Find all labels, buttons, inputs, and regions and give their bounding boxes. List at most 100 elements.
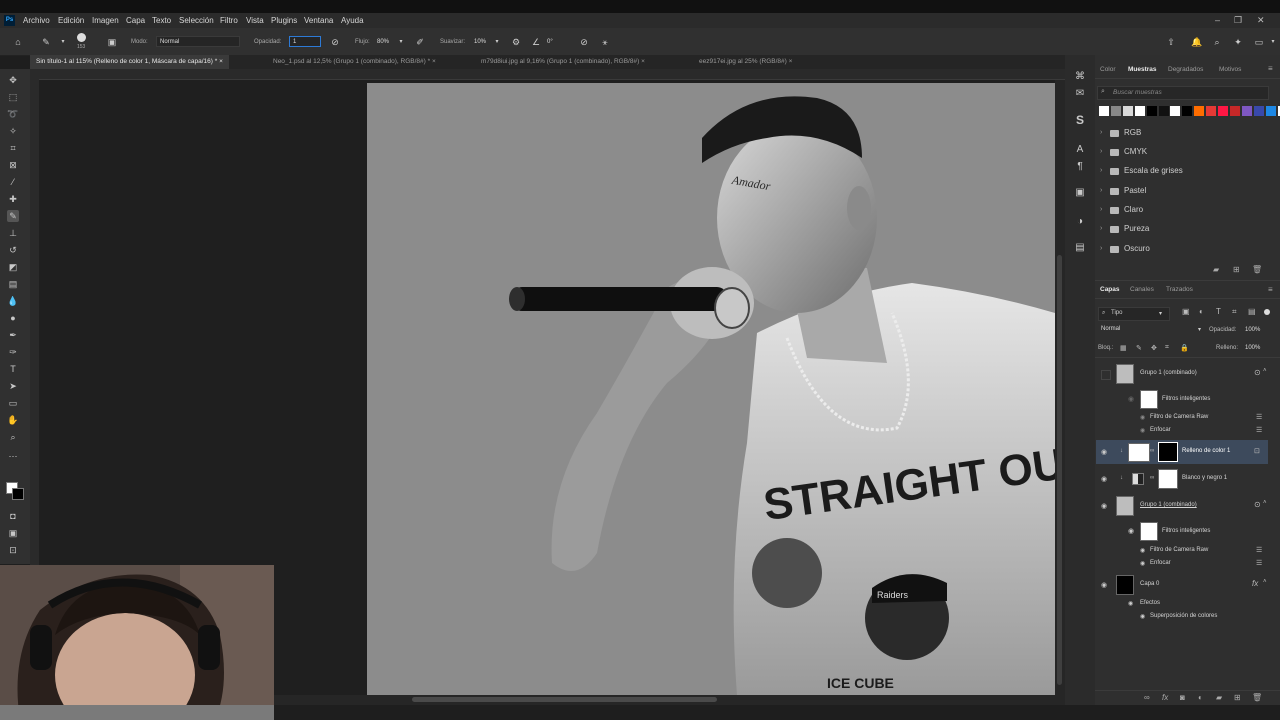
more-tools-icon[interactable]: ⋯: [7, 450, 19, 462]
pressure-opacity-icon[interactable]: ⊘: [330, 37, 340, 47]
menu-filtro[interactable]: Filtro: [220, 16, 238, 25]
pressure-size-icon[interactable]: ⊘: [579, 37, 589, 47]
angle-value[interactable]: 0°: [547, 39, 553, 45]
color-swatch[interactable]: [1241, 106, 1252, 116]
adjustments-panel-icon[interactable]: ◑: [1073, 215, 1087, 229]
pen-tool-icon[interactable]: ✒: [7, 329, 19, 341]
color-swatch[interactable]: [1229, 106, 1240, 116]
visibility-icon[interactable]: ◉: [1128, 527, 1134, 535]
glyphs-panel-icon[interactable]: ▣: [1073, 186, 1087, 200]
filter-options-icon[interactable]: ☰: [1256, 426, 1262, 434]
color-swatch[interactable]: [1218, 106, 1228, 116]
lock-pixels-icon[interactable]: ✎: [1136, 344, 1142, 352]
color-swatch[interactable]: [1194, 106, 1205, 116]
tab-muestras[interactable]: Muestras: [1128, 66, 1157, 73]
history-panel-icon[interactable]: ⌘: [1073, 70, 1087, 84]
brush-tool-icon[interactable]: ✎: [7, 210, 19, 222]
quick-mask-icon[interactable]: ◘: [7, 510, 19, 522]
tab-eez[interactable]: eez917ei.jpg al 25% (RGB/8#) ×: [693, 55, 798, 69]
filter-adjust-icon[interactable]: ◐: [1199, 307, 1204, 316]
swatch-folder-rgb[interactable]: › RGB: [1100, 125, 1265, 143]
layer-smart-filters-bottom[interactable]: ◉ Filtros inteligentes: [1096, 520, 1268, 542]
extra-tool-icon[interactable]: ⊡: [7, 544, 19, 556]
fill-thumbnail[interactable]: [1128, 443, 1150, 462]
vertical-scroll-thumb[interactable]: [1057, 255, 1062, 685]
collapse-icon[interactable]: ˄: [1263, 368, 1267, 374]
marquee-tool-icon[interactable]: ⬚: [7, 91, 19, 103]
visibility-icon[interactable]: ◉: [1128, 600, 1133, 607]
healing-brush-icon[interactable]: ✚: [7, 193, 19, 205]
brush-panel-icon[interactable]: ▣: [107, 37, 117, 47]
flow-value[interactable]: 80%: [377, 39, 389, 45]
color-swatch[interactable]: [1206, 106, 1217, 116]
lock-position-icon[interactable]: ✥: [1151, 344, 1157, 352]
chevron-right-icon[interactable]: ›: [1100, 129, 1102, 136]
tab-capas[interactable]: Capas: [1100, 286, 1120, 293]
opacity-input[interactable]: 1: [289, 36, 321, 47]
menu-vista[interactable]: Vista: [246, 16, 264, 25]
chevron-right-icon[interactable]: ›: [1100, 167, 1102, 174]
angle-icon[interactable]: ∠: [531, 37, 541, 47]
filter-shape-icon[interactable]: ⌗: [1232, 307, 1237, 317]
libraries-panel-icon[interactable]: ▤: [1073, 241, 1087, 255]
visibility-icon[interactable]: ◉: [1140, 547, 1145, 554]
tab-close-icon[interactable]: ×: [219, 58, 223, 65]
layer-filter-enfocar-bottom[interactable]: ◉ Enfocar ☰: [1096, 558, 1268, 570]
color-swatch[interactable]: [1146, 106, 1157, 116]
lock-transparency-icon[interactable]: ▦: [1120, 344, 1127, 352]
tab-neo[interactable]: Neo_1.psd al 12,5% (Grupo 1 (combinado),…: [267, 55, 442, 69]
hand-tool-icon[interactable]: ✋: [7, 414, 19, 426]
rectangle-tool-icon[interactable]: ▭: [7, 397, 19, 409]
close-icon[interactable]: ✕: [1257, 15, 1265, 26]
eyedropper-icon[interactable]: ⁄: [7, 176, 19, 188]
history-brush-icon[interactable]: ↺: [7, 244, 19, 256]
bell-icon[interactable]: 🔔: [1191, 37, 1202, 47]
lasso-tool-icon[interactable]: ➰: [7, 108, 19, 120]
add-style-icon[interactable]: fx: [1162, 693, 1168, 702]
mask-thumbnail[interactable]: [1158, 442, 1178, 462]
search-icon[interactable]: ⌕: [1212, 37, 1222, 47]
background-color-swatch[interactable]: [12, 488, 24, 500]
link-icon[interactable]: ∞: [1150, 448, 1154, 454]
layer-effects[interactable]: ◉ Efectos: [1096, 598, 1268, 610]
tab-close-icon[interactable]: ×: [641, 58, 645, 65]
layer-grupo-1-bottom[interactable]: ◉ Grupo 1 (combinado) ⊙ ˄: [1096, 494, 1268, 518]
eye-icon[interactable]: ◉: [1101, 475, 1107, 483]
visibility-icon[interactable]: ◉: [1140, 427, 1145, 434]
menu-texto[interactable]: Texto: [152, 16, 171, 25]
smooth-chevron-icon[interactable]: ▾: [492, 37, 502, 47]
eraser-icon[interactable]: ◩: [7, 261, 19, 273]
move-tool-icon[interactable]: ✥: [7, 74, 19, 86]
minimize-icon[interactable]: –: [1215, 15, 1220, 25]
color-swatch[interactable]: [1110, 106, 1121, 116]
symmetry-icon[interactable]: ⚹: [600, 37, 610, 47]
menu-seleccion[interactable]: Selección: [179, 16, 214, 25]
lock-all-icon[interactable]: 🔒: [1180, 344, 1189, 352]
layer-color-overlay[interactable]: ◉ Superposición de colores: [1096, 611, 1268, 623]
layer-filter-select[interactable]: ⌕ Tipo ▾: [1098, 307, 1170, 321]
styles-panel-icon[interactable]: S: [1073, 113, 1087, 127]
chevron-right-icon[interactable]: ›: [1100, 245, 1102, 252]
filter-smart-icon[interactable]: ▤: [1248, 307, 1256, 316]
screen-mode-icon[interactable]: ▣: [7, 527, 19, 539]
workspace-icon[interactable]: ▭: [1254, 37, 1264, 47]
gear-icon[interactable]: ⚙: [511, 37, 521, 47]
mode-select[interactable]: Normal: [156, 36, 240, 47]
color-swatch[interactable]: [1170, 106, 1181, 116]
discover-icon[interactable]: ✦: [1233, 37, 1243, 47]
layers-menu-icon[interactable]: ≡: [1268, 285, 1273, 294]
panel-menu-icon[interactable]: ≡: [1268, 64, 1273, 73]
clone-stamp-icon[interactable]: ⊥: [7, 227, 19, 239]
new-group-icon[interactable]: ▰: [1216, 693, 1222, 702]
layer-filter-camera-raw-bottom[interactable]: ◉ Filtro de Camera Raw ☰: [1096, 545, 1268, 557]
gradient-icon[interactable]: ▤: [7, 278, 19, 290]
link-icon[interactable]: ∞: [1150, 475, 1154, 481]
color-swatch[interactable]: [1253, 106, 1264, 116]
tab-trazados[interactable]: Trazados: [1166, 286, 1193, 293]
link-layers-icon[interactable]: ∞: [1144, 693, 1150, 702]
swatch-folder-pastel[interactable]: › Pastel: [1100, 183, 1265, 201]
layer-capa-0[interactable]: ◉ Capa 0 fx ˄: [1096, 573, 1268, 597]
comments-panel-icon[interactable]: ✉: [1073, 87, 1087, 101]
character-panel-icon[interactable]: A: [1073, 143, 1087, 157]
new-group-icon[interactable]: ▰: [1213, 265, 1219, 274]
